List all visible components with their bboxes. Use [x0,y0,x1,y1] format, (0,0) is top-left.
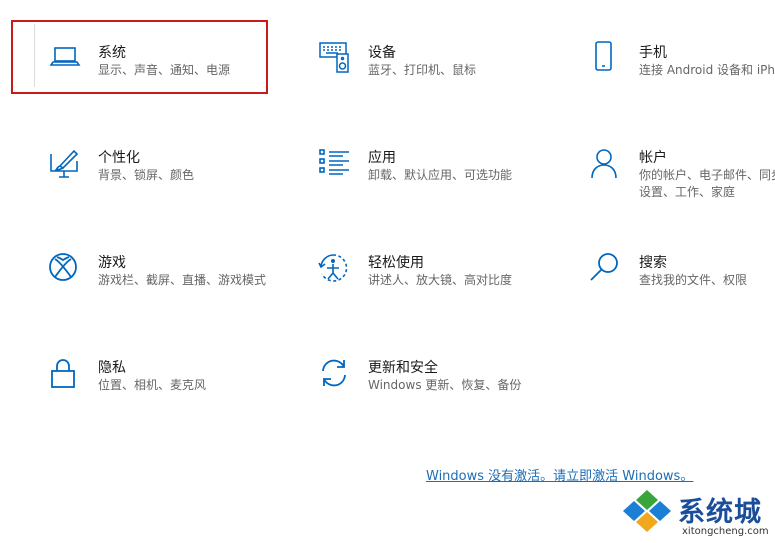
tile-description: 游戏栏、截屏、直播、游戏模式 [98,273,267,287]
tile-description: 蓝牙、打印机、鼠标 [368,63,477,77]
tile-personalization[interactable]: 个性化 背景、锁屏、颜色 [48,147,298,217]
tile-title: 个性化 [98,150,140,166]
tile-gaming[interactable]: 游戏 游戏栏、截屏、直播、游戏模式 [48,252,298,322]
tile-apps[interactable]: 应用 卸载、默认应用、可选功能 [318,147,568,217]
tile-title: 系统 [98,45,126,61]
tile-description: 卸载、默认应用、可选功能 [368,168,513,182]
tile-accounts[interactable]: 帐户 你的帐户、电子邮件、同步设置、工作、家庭 [589,147,775,217]
xbox-icon [48,252,82,286]
tile-description: 查找我的文件、权限 [639,273,748,287]
phone-icon [589,40,623,74]
settings-home: 系统 显示、声音、通知、电源 设备 蓝牙、打印机、鼠标 手机 连接 Androi… [0,0,775,543]
sync-icon [318,357,352,391]
tile-description: 连接 Android 设备和 iPhone [639,63,775,77]
tile-title: 轻松使用 [368,255,424,271]
tile-description: 讲述人、放大镜、高对比度 [368,273,513,287]
watermark-url: xitongcheng.com [682,526,769,537]
tile-title: 搜索 [639,255,667,271]
tile-ease-of-access[interactable]: 轻松使用 讲述人、放大镜、高对比度 [318,252,568,322]
tile-title: 游戏 [98,255,126,271]
tile-description: 你的帐户、电子邮件、同步设置、工作、家庭 [639,168,775,199]
tile-phone[interactable]: 手机 连接 Android 设备和 iPhone [589,40,775,112]
tile-description: 显示、声音、通知、电源 [98,63,231,77]
tile-title: 隐私 [98,360,126,376]
search-icon [589,252,623,286]
tile-privacy[interactable]: 隐私 位置、相机、麦克风 [48,357,298,427]
tile-devices[interactable]: 设备 蓝牙、打印机、鼠标 [318,42,568,112]
tile-title: 更新和安全 [368,360,438,376]
tile-title: 帐户 [639,150,667,166]
diamond-logo-icon [620,488,674,536]
laptop-icon [48,40,82,74]
watermark-brand: 系统城 [678,497,762,528]
tile-system[interactable]: 系统 显示、声音、通知、电源 [48,42,298,112]
apps-list-icon [318,147,352,181]
lock-icon [48,357,82,391]
ease-of-access-icon [318,252,352,286]
tile-title: 手机 [639,45,667,61]
tile-update-security[interactable]: 更新和安全 Windows 更新、恢复、备份 [318,357,568,427]
watermark: 系统城 xitongcheng.com [620,486,775,543]
paint-monitor-icon [48,147,82,181]
tile-title: 应用 [368,150,396,166]
keyboard-speaker-icon [318,40,352,74]
activate-windows-link[interactable]: Windows 没有激活。请立即激活 Windows。 [426,465,693,484]
tile-description: 背景、锁屏、颜色 [98,168,195,182]
tile-title: 设备 [368,45,396,61]
tile-description: 位置、相机、麦克风 [98,378,207,392]
tile-description: Windows 更新、恢复、备份 [368,378,522,392]
settings-grid: 系统 显示、声音、通知、电源 设备 蓝牙、打印机、鼠标 手机 连接 Androi… [0,0,775,543]
person-icon [589,147,623,181]
tile-search[interactable]: 搜索 查找我的文件、权限 [589,252,775,322]
